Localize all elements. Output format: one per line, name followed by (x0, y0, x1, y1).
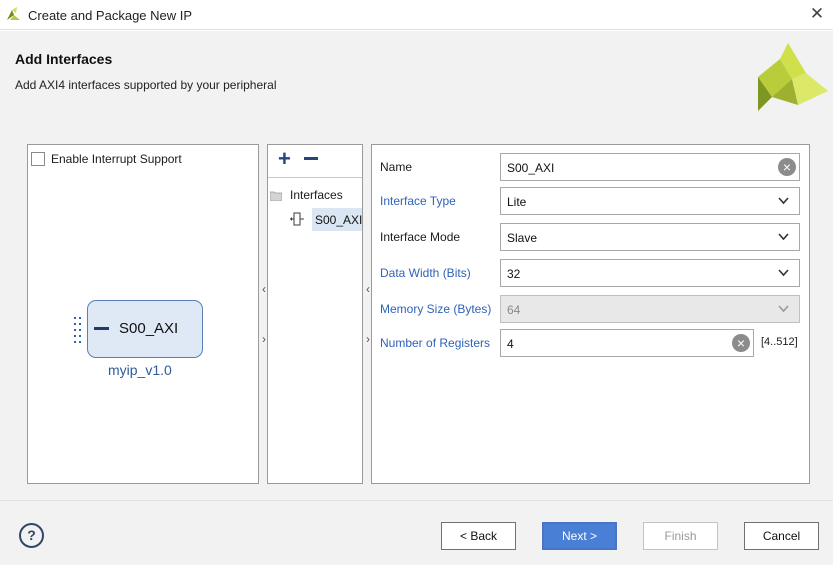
collapse-bus-icon[interactable] (94, 327, 109, 330)
back-button[interactable]: < Back (441, 522, 516, 550)
cancel-button[interactable]: Cancel (744, 522, 819, 550)
data-width-select[interactable]: 32 (500, 259, 800, 287)
finish-button: Finish (643, 522, 718, 550)
help-button[interactable]: ? (19, 523, 44, 548)
enable-interrupt-checkbox[interactable]: Enable Interrupt Support (31, 152, 182, 166)
page-title: Add Interfaces (15, 51, 113, 67)
tree-root-interfaces[interactable]: Interfaces (290, 188, 343, 202)
tree-item-s00-axi[interactable]: S00_AXI (312, 208, 362, 231)
window-title: Create and Package New IP (28, 8, 193, 23)
wizard-header: Add Interfaces Add AXI4 interfaces suppo… (0, 31, 833, 128)
interface-type-value: Lite (507, 195, 527, 209)
folder-icon (270, 191, 282, 201)
memory-size-value: 64 (507, 303, 521, 317)
next-button[interactable]: Next > (542, 522, 617, 550)
remove-interface-button[interactable] (304, 157, 318, 160)
name-value: S00_AXI (507, 161, 555, 175)
checkbox-label: Enable Interrupt Support (51, 152, 182, 166)
memory-size-select: 64 (500, 295, 800, 323)
page-subtitle: Add AXI4 interfaces supported by your pe… (15, 78, 277, 92)
toolbar-divider (268, 177, 362, 178)
interface-mode-label: Interface Mode (380, 230, 461, 244)
interface-type-select[interactable]: Lite (500, 187, 800, 215)
bus-interface-icon (290, 212, 304, 226)
chevron-down-icon (778, 197, 789, 205)
title-bar: Create and Package New IP ✕ (0, 0, 833, 30)
num-registers-input[interactable]: 4 × (500, 329, 754, 357)
clear-name-icon[interactable]: × (778, 158, 796, 176)
interface-properties-panel: Name S00_AXI × Interface Type Lite Inter… (371, 144, 810, 484)
bus-dots-icon (74, 317, 81, 343)
num-registers-value: 4 (507, 337, 514, 351)
wizard-footer: ? < Back Next > Finish Cancel (0, 500, 833, 565)
chevron-down-icon (778, 305, 789, 313)
data-width-label: Data Width (Bits) (380, 266, 471, 280)
ip-symbol-panel: Enable Interrupt Support S00_AXI myip_v1… (27, 144, 259, 484)
interface-tree-panel: + Interfaces S00_AXI (267, 144, 363, 484)
tree-item-label: S00_AXI (315, 213, 363, 227)
memory-size-label: Memory Size (Bytes) (380, 302, 492, 316)
interface-mode-value: Slave (507, 231, 538, 245)
num-registers-range: [4..512] (761, 336, 798, 348)
name-input[interactable]: S00_AXI × (500, 153, 800, 181)
checkbox-box[interactable] (31, 152, 45, 166)
clear-registers-icon[interactable]: × (732, 334, 750, 352)
chevron-down-icon (778, 269, 789, 277)
add-interface-button[interactable]: + (278, 148, 294, 170)
close-icon[interactable]: ✕ (807, 4, 827, 24)
chevron-down-icon (778, 233, 789, 241)
wizard-content: Enable Interrupt Support S00_AXI myip_v1… (0, 128, 833, 500)
interface-mode-select[interactable]: Slave (500, 223, 800, 251)
interface-type-label: Interface Type (380, 194, 456, 208)
vivado-app-icon (7, 7, 20, 20)
data-width-value: 32 (507, 267, 521, 281)
ip-name-label: myip_v1.0 (108, 362, 172, 378)
ip-interface-label: S00_AXI (119, 320, 179, 337)
ip-block-box[interactable]: S00_AXI (87, 300, 203, 358)
name-label: Name (380, 160, 413, 174)
num-registers-label: Number of Registers (380, 336, 491, 350)
vivado-logo-icon (758, 43, 828, 111)
